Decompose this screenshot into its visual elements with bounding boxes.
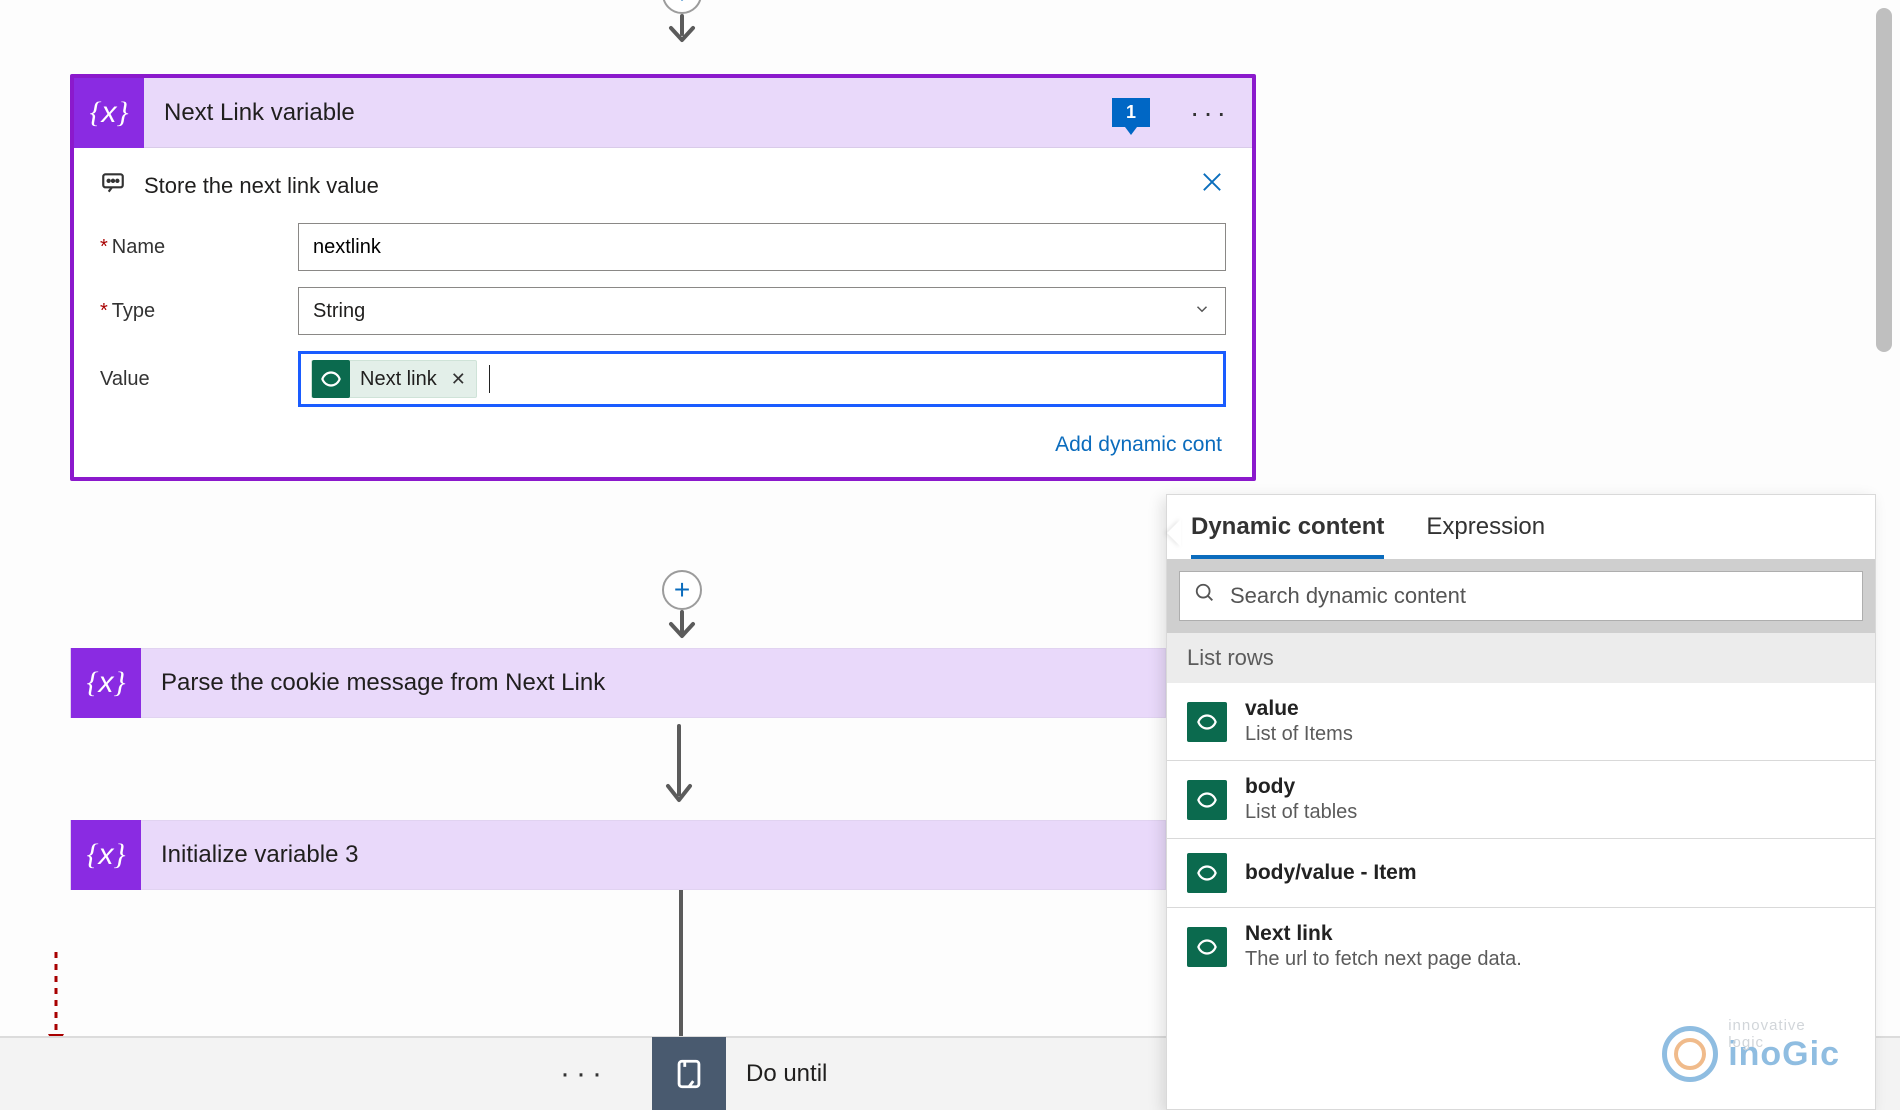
dyn-item-sub: List of Items bbox=[1245, 723, 1353, 746]
variable-icon: {x} bbox=[71, 820, 141, 890]
step-title: Next Link variable bbox=[144, 99, 1112, 127]
token-remove-button[interactable]: ✕ bbox=[451, 369, 466, 390]
value-label: Value bbox=[100, 368, 298, 391]
step-header[interactable]: {x} Next Link variable 1 ··· bbox=[74, 78, 1252, 148]
insert-step-button[interactable]: + bbox=[662, 570, 702, 610]
step-card-init-var3[interactable]: {x} Initialize variable 3 bbox=[70, 820, 1166, 890]
arrow-down-icon bbox=[662, 724, 696, 814]
dyn-item-title: value bbox=[1245, 697, 1353, 721]
plus-icon: + bbox=[674, 0, 690, 8]
type-value: String bbox=[313, 300, 365, 323]
dataverse-icon bbox=[1187, 702, 1227, 742]
name-input[interactable] bbox=[298, 223, 1226, 271]
type-select[interactable]: String bbox=[298, 287, 1226, 335]
variable-icon: {x} bbox=[71, 648, 141, 718]
panel-notch bbox=[1153, 519, 1181, 547]
dynamic-content-panel: Dynamic content Expression Search dynami… bbox=[1166, 494, 1876, 1110]
add-dynamic-content-link[interactable]: Add dynamic cont bbox=[100, 423, 1226, 473]
dyn-item[interactable]: body/value - Item bbox=[1167, 839, 1875, 908]
connector-mid2 bbox=[662, 724, 696, 814]
connector-mid3 bbox=[678, 890, 684, 1055]
name-label: *Name bbox=[100, 236, 298, 259]
scrollbar-thumb[interactable] bbox=[1876, 8, 1892, 352]
control-icon bbox=[652, 1037, 726, 1110]
dataverse-icon bbox=[312, 360, 350, 398]
plus-icon: + bbox=[674, 576, 690, 604]
comment-icon bbox=[100, 170, 126, 202]
row-value: Value Next link ✕ bbox=[100, 351, 1226, 407]
connector-mid1: + bbox=[662, 570, 702, 644]
arrow-down-icon bbox=[665, 14, 699, 46]
dyn-item[interactable]: body List of tables bbox=[1167, 761, 1875, 839]
close-comment-button[interactable] bbox=[1198, 168, 1226, 203]
dyn-item-title: Next link bbox=[1245, 922, 1522, 946]
row-name: *Name bbox=[100, 223, 1226, 271]
row-type: *Type String bbox=[100, 287, 1226, 335]
dyn-search-placeholder: Search dynamic content bbox=[1230, 583, 1466, 609]
step-card-parse-cookie[interactable]: {x} Parse the cookie message from Next L… bbox=[70, 648, 1166, 718]
dyn-search-input[interactable]: Search dynamic content bbox=[1179, 571, 1863, 621]
step-title: Parse the cookie message from Next Link bbox=[141, 669, 1165, 697]
dyn-item-title: body/value - Item bbox=[1245, 861, 1417, 885]
dyn-item[interactable]: Next link The url to fetch next page dat… bbox=[1167, 908, 1875, 985]
comment-row: Store the next link value bbox=[100, 168, 1226, 203]
step-title: Initialize variable 3 bbox=[141, 841, 1165, 869]
dyn-item[interactable]: value List of Items bbox=[1167, 683, 1875, 761]
scrollbar-track[interactable] bbox=[1876, 0, 1896, 1110]
dyn-search-wrap: Search dynamic content bbox=[1167, 559, 1875, 633]
comment-text: Store the next link value bbox=[144, 173, 379, 199]
dataverse-icon bbox=[1187, 927, 1227, 967]
dyn-item-sub: The url to fetch next page data. bbox=[1245, 948, 1522, 971]
tab-expression[interactable]: Expression bbox=[1426, 513, 1545, 559]
dyn-group-header: List rows bbox=[1167, 633, 1875, 683]
value-input[interactable]: Next link ✕ bbox=[298, 351, 1226, 407]
flow-designer-canvas: + {x} Next Link variable 1 ··· Store the… bbox=[0, 0, 1900, 1110]
text-caret bbox=[489, 365, 490, 393]
step-body: Store the next link value *Name *Type St… bbox=[74, 148, 1252, 477]
chevron-down-icon bbox=[1193, 300, 1211, 323]
step-menu-button[interactable]: ··· bbox=[1168, 97, 1252, 129]
arrow-down-icon bbox=[665, 610, 699, 644]
step-card-next-link-variable: {x} Next Link variable 1 ··· Store the n… bbox=[70, 74, 1256, 481]
token-label: Next link bbox=[360, 368, 437, 391]
dyn-tabs: Dynamic content Expression bbox=[1167, 495, 1875, 559]
do-until-label: Do until bbox=[746, 1060, 827, 1088]
token-next-link[interactable]: Next link ✕ bbox=[311, 360, 477, 398]
insert-step-button[interactable]: + bbox=[662, 0, 702, 14]
dataverse-icon bbox=[1187, 853, 1227, 893]
connector-top: + bbox=[662, 0, 702, 46]
variable-icon: {x} bbox=[74, 78, 144, 148]
dyn-item-title: body bbox=[1245, 775, 1357, 799]
search-icon bbox=[1194, 582, 1216, 610]
dataverse-icon bbox=[1187, 780, 1227, 820]
comment-count-badge[interactable]: 1 bbox=[1112, 98, 1150, 127]
dyn-item-sub: List of tables bbox=[1245, 801, 1357, 824]
do-until-menu-button[interactable]: ··· bbox=[520, 1057, 648, 1091]
tab-dynamic-content[interactable]: Dynamic content bbox=[1191, 513, 1384, 559]
type-label: *Type bbox=[100, 300, 298, 323]
